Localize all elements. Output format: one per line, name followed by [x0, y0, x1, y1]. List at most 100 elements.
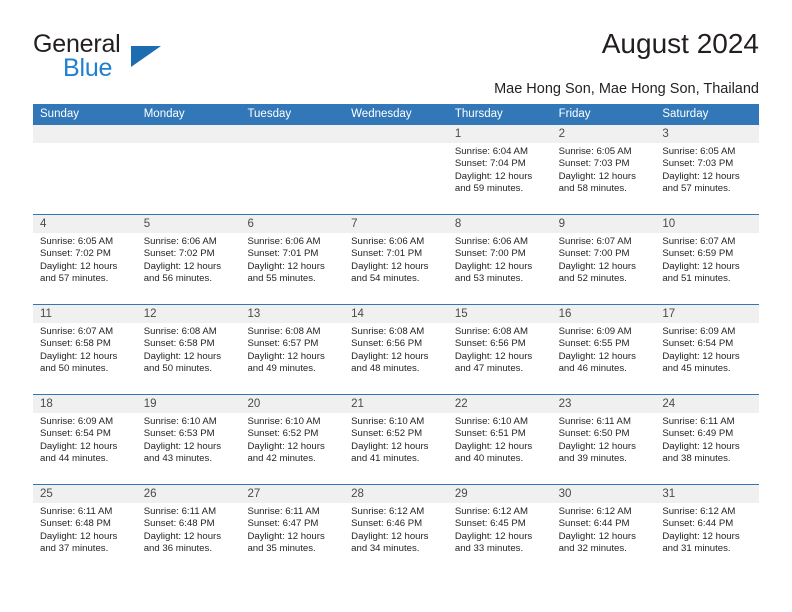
daylight-text-line1: Daylight: 12 hours	[662, 530, 740, 542]
daylight-text-line1: Daylight: 12 hours	[40, 530, 118, 542]
day-cell[interactable]: Sunrise: 6:11 AM Sunset: 6:49 PM Daylight:…	[655, 413, 759, 484]
day-cell[interactable]: Sunrise: 6:12 AM Sunset: 6:45 PM Daylight:…	[448, 503, 552, 574]
day-cell[interactable]: Sunrise: 6:06 AM Sunset: 7:01 PM Daylight:…	[240, 233, 344, 304]
day-number[interactable]: 23	[552, 395, 656, 413]
day-number[interactable]: 28	[344, 485, 448, 503]
sunset-text: Sunset: 7:01 PM	[351, 248, 423, 260]
daylight-text-line2: and 47 minutes.	[454, 363, 524, 375]
day-number[interactable]: 4	[33, 215, 137, 233]
sunrise-text: Sunrise: 6:08 AM	[247, 326, 321, 337]
day-number[interactable]: 3	[655, 125, 759, 143]
day-number[interactable]: 8	[448, 215, 552, 233]
day-number[interactable]: 24	[655, 395, 759, 413]
day-number[interactable]: 14	[344, 305, 448, 323]
day-cell[interactable]: Sunrise: 6:12 AM Sunset: 6:46 PM Daylight:…	[344, 503, 448, 574]
day-cell[interactable]: Sunrise: 6:07 AM Sunset: 6:59 PM Daylight:…	[655, 233, 759, 304]
sunset-text: Sunset: 6:50 PM	[558, 428, 630, 440]
day-cell[interactable]: Sunrise: 6:06 AM Sunset: 7:01 PM Daylight:…	[344, 233, 448, 304]
day-number[interactable]: 25	[33, 485, 137, 503]
daylight-text-line2: and 51 minutes.	[662, 273, 731, 285]
general-blue-logo[interactable]: General Blue	[33, 30, 243, 88]
daylight-text-line1: Daylight: 12 hours	[143, 530, 222, 542]
daylight-text-line2: and 34 minutes.	[351, 543, 420, 555]
sunset-text: Sunset: 6:54 PM	[40, 428, 111, 440]
day-number[interactable]: 17	[655, 305, 759, 323]
sunrise-text: Sunrise: 6:11 AM	[40, 506, 113, 517]
day-cell[interactable]: Sunrise: 6:10 AM Sunset: 6:51 PM Daylight:…	[448, 413, 552, 484]
day-number[interactable]: 20	[240, 395, 344, 413]
day-number[interactable]: 19	[137, 395, 241, 413]
sunset-text: Sunset: 6:52 PM	[247, 428, 319, 440]
day-number[interactable]: 2	[552, 125, 656, 143]
day-number[interactable]: 1	[448, 125, 552, 143]
day-number[interactable]: 31	[655, 485, 759, 503]
day-number[interactable]: 12	[137, 305, 241, 323]
sunrise-text: Sunrise: 6:09 AM	[40, 416, 114, 427]
day-number[interactable]: 13	[240, 305, 344, 323]
day-number[interactable]: 30	[552, 485, 656, 503]
daylight-text-line1: Daylight: 12 hours	[558, 260, 636, 272]
day-cell[interactable]: Sunrise: 6:11 AM Sunset: 6:48 PM Daylight:…	[137, 503, 241, 574]
daylight-text-line1: Daylight: 12 hours	[558, 530, 636, 542]
day-cell[interactable]: Sunrise: 6:04 AM Sunset: 7:04 PM Daylight:…	[448, 143, 552, 214]
sunrise-text: Sunrise: 6:05 AM	[662, 146, 736, 157]
day-cell[interactable]: Sunrise: 6:07 AM Sunset: 7:00 PM Daylight:…	[552, 233, 656, 304]
daylight-text-line2: and 32 minutes.	[558, 543, 627, 555]
day-cell[interactable]: Sunrise: 6:05 AM Sunset: 7:02 PM Daylight:…	[33, 233, 137, 304]
daylight-text-line2: and 50 minutes.	[40, 363, 109, 375]
weekday-header-monday: Monday	[143, 108, 185, 120]
day-number[interactable]: 5	[137, 215, 241, 233]
day-cell[interactable]: Sunrise: 6:12 AM Sunset: 6:44 PM Daylight:…	[655, 503, 759, 574]
daylight-text-line1: Daylight: 12 hours	[247, 440, 325, 452]
day-number[interactable]: 9	[552, 215, 656, 233]
day-cell[interactable]: Sunrise: 6:11 AM Sunset: 6:47 PM Daylight:…	[240, 503, 344, 574]
day-number[interactable]: 16	[552, 305, 656, 323]
sunrise-text: Sunrise: 6:04 AM	[454, 146, 528, 157]
day-cell[interactable]: Sunrise: 6:05 AM Sunset: 7:03 PM Daylight:…	[655, 143, 759, 214]
day-cell[interactable]: Sunrise: 6:07 AM Sunset: 6:58 PM Daylight:…	[33, 323, 137, 394]
day-cell[interactable]: Sunrise: 6:06 AM Sunset: 7:02 PM Daylight:…	[137, 233, 241, 304]
daylight-text-line2: and 59 minutes.	[454, 183, 524, 195]
day-cell[interactable]: Sunrise: 6:05 AM Sunset: 7:03 PM Daylight:…	[552, 143, 656, 214]
daylight-text-line1: Daylight: 12 hours	[454, 440, 533, 452]
day-number[interactable]: 7	[344, 215, 448, 233]
day-number[interactable]: 6	[240, 215, 344, 233]
day-number[interactable]: 11	[33, 305, 137, 323]
day-cell[interactable]: Sunrise: 6:10 AM Sunset: 6:52 PM Daylight:…	[344, 413, 448, 484]
calendar-grid: Sunday Monday Tuesday Wednesday Thursday…	[33, 104, 759, 574]
calendar-week-row: 25 26 27 28 29 30 31 Sunrise: 6:11 AM Sunset: 6:…	[33, 484, 759, 574]
daylight-text-line2: and 56 minutes.	[143, 273, 212, 285]
page-title: August 2024	[601, 28, 759, 59]
day-number[interactable]: 29	[448, 485, 552, 503]
day-cell[interactable]: Sunrise: 6:08 AM Sunset: 6:56 PM Daylight:…	[448, 323, 552, 394]
day-cell[interactable]: Sunrise: 6:08 AM Sunset: 6:56 PM Daylight:…	[344, 323, 448, 394]
sunset-text: Sunset: 7:00 PM	[454, 248, 526, 260]
day-number[interactable]: 26	[137, 485, 241, 503]
day-cell[interactable]: Sunrise: 6:11 AM Sunset: 6:50 PM Daylight:…	[552, 413, 656, 484]
sunset-text: Sunset: 6:58 PM	[143, 338, 215, 350]
day-cell[interactable]: Sunrise: 6:09 AM Sunset: 6:54 PM Daylight:…	[655, 323, 759, 394]
calendar-page: General Blue August 2024 Mae Hong Son, M…	[0, 0, 792, 612]
day-number[interactable]: 18	[33, 395, 137, 413]
day-cell[interactable]: Sunrise: 6:09 AM Sunset: 6:54 PM Daylight:…	[33, 413, 137, 484]
day-number[interactable]: 22	[448, 395, 552, 413]
day-cell[interactable]: Sunrise: 6:09 AM Sunset: 6:55 PM Daylight:…	[552, 323, 656, 394]
day-number[interactable]: 21	[344, 395, 448, 413]
sunrise-text: Sunrise: 6:11 AM	[247, 506, 320, 517]
daylight-text-line2: and 33 minutes.	[454, 543, 524, 555]
sunset-text: Sunset: 6:47 PM	[247, 518, 319, 530]
day-number[interactable]: 10	[655, 215, 759, 233]
day-cell[interactable]: Sunrise: 6:10 AM Sunset: 6:52 PM Daylight:…	[240, 413, 344, 484]
week-body-row: Sunrise: 6:04 AM Sunset: 7:04 PM Daylight:…	[33, 143, 759, 214]
day-number[interactable]: 15	[448, 305, 552, 323]
day-cell[interactable]: Sunrise: 6:10 AM Sunset: 6:53 PM Daylight:…	[137, 413, 241, 484]
day-cell[interactable]: Sunrise: 6:06 AM Sunset: 7:00 PM Daylight:…	[448, 233, 552, 304]
day-cell[interactable]: Sunrise: 6:11 AM Sunset: 6:48 PM Daylight:…	[33, 503, 137, 574]
daylight-text-line1: Daylight: 12 hours	[247, 350, 325, 362]
day-number[interactable]: 27	[240, 485, 344, 503]
day-cell[interactable]: Sunrise: 6:12 AM Sunset: 6:44 PM Daylight:…	[552, 503, 656, 574]
day-cell[interactable]: Sunrise: 6:08 AM Sunset: 6:57 PM Daylight:…	[240, 323, 344, 394]
daylight-text-line2: and 46 minutes.	[558, 363, 627, 375]
day-cell[interactable]: Sunrise: 6:08 AM Sunset: 6:58 PM Daylight:…	[137, 323, 241, 394]
weekday-header-friday: Friday	[558, 108, 591, 120]
